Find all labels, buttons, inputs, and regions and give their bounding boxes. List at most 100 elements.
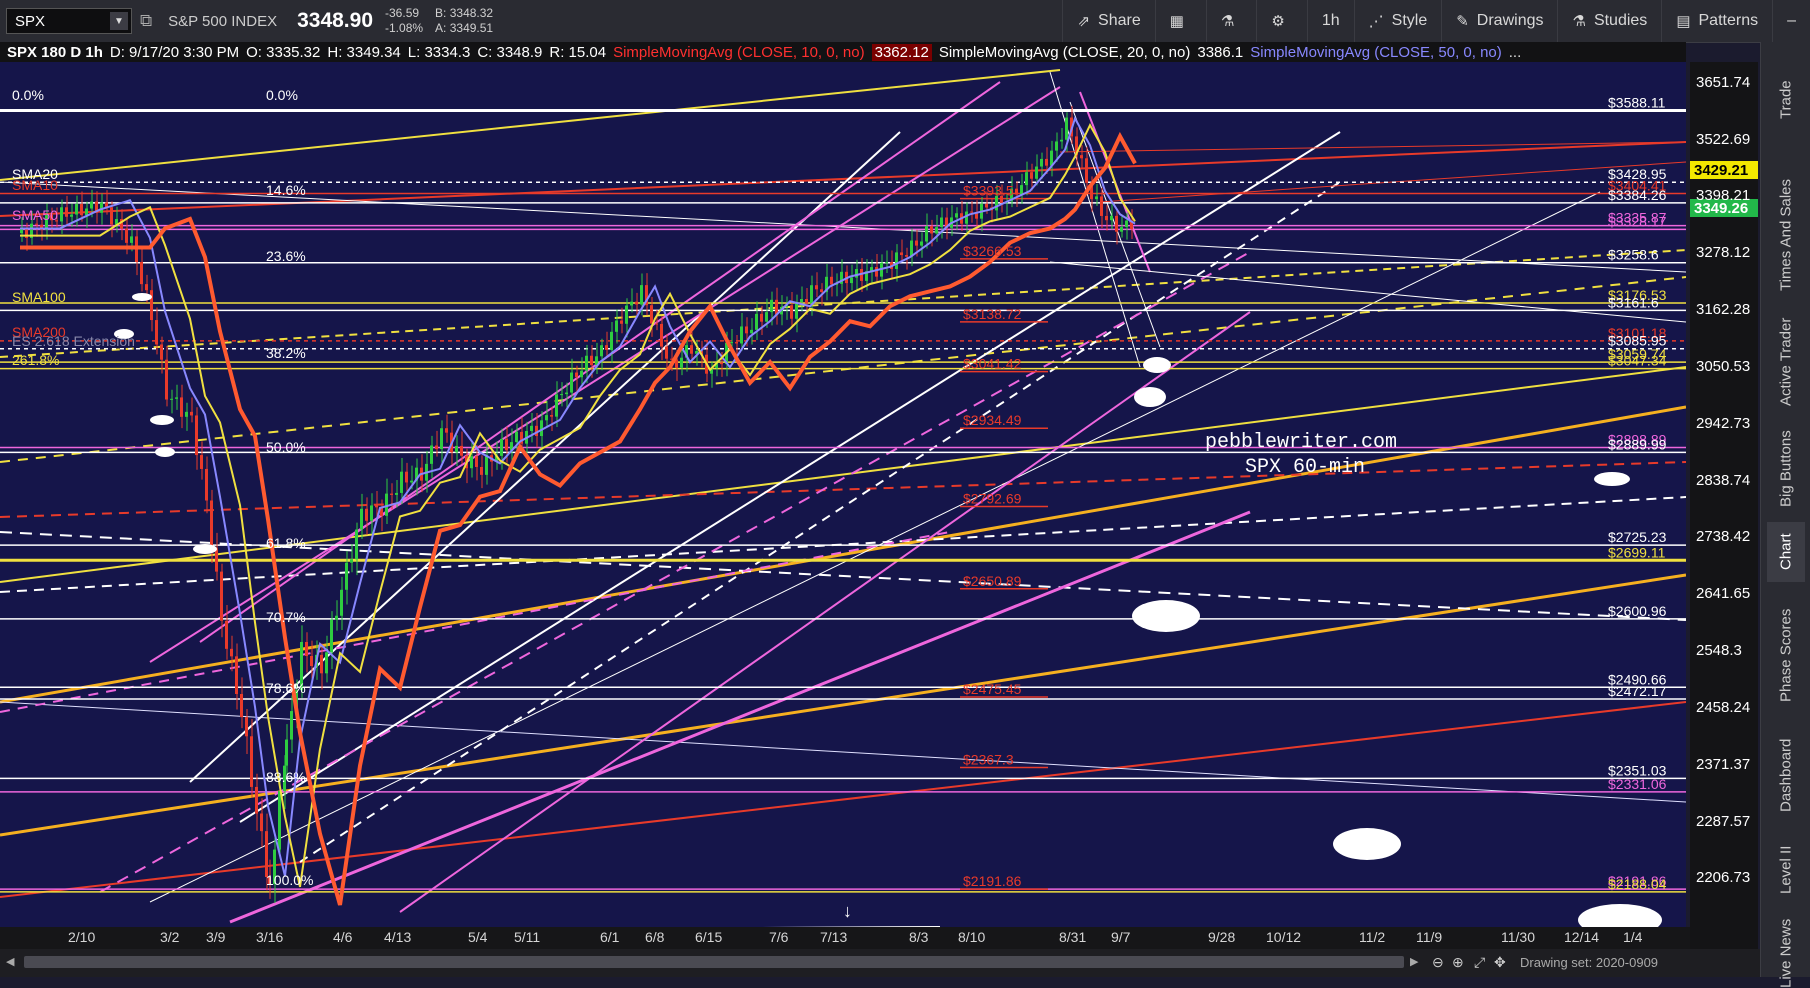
candle-body	[775, 299, 778, 315]
price-tick: 2206.73	[1696, 869, 1751, 887]
price-tick: 3651.74	[1696, 73, 1751, 91]
mid-level-label: $2367.3	[963, 752, 1014, 768]
bid-ask-block: B: 3348.32 A: 3349.51	[435, 6, 493, 36]
candle-body	[385, 493, 388, 516]
candle-body	[400, 471, 403, 493]
interval-button[interactable]: 1h	[1306, 0, 1354, 42]
watermark-site: pebblewriter.com	[1205, 431, 1397, 454]
fib-label: 0.0%	[266, 87, 298, 103]
drawings-button[interactable]: ✎ Drawings	[1441, 0, 1557, 42]
studies-flask-button[interactable]: ⚗	[1205, 0, 1256, 42]
price-level-label: $2472.17	[1608, 683, 1667, 699]
candle-body	[230, 648, 233, 657]
info-low: L: 3334.3	[407, 43, 471, 61]
time-tick: 8/10	[958, 929, 986, 945]
chevron-down-icon[interactable]: ▼	[110, 12, 128, 30]
candle-body	[765, 312, 768, 322]
candle-body	[335, 615, 338, 620]
candle-body	[650, 305, 653, 324]
crosshair-icon[interactable]: ✥	[1494, 954, 1506, 971]
link-icon[interactable]: ⧉	[140, 11, 152, 31]
price-level-label: $2889.99	[1608, 436, 1667, 452]
share-button[interactable]: ⇗ Share	[1062, 0, 1154, 42]
sidebar-tab-trade[interactable]: Trade	[1767, 50, 1805, 150]
candle-body	[65, 207, 68, 217]
sidebar-tab-chart[interactable]: Chart	[1767, 522, 1805, 582]
right-sidebar: Trade Times And Sales Active Trader Big But…	[1760, 42, 1810, 988]
mid-level-label: $3138.72	[963, 306, 1022, 322]
sidebar-tab-times-and-sales[interactable]: Times And Sales	[1767, 170, 1805, 300]
chart-scrollbar[interactable]: ◀ ▶ ⊖ ⊕ ⤢ ✥ Drawing set: 2020-0909	[0, 949, 1810, 977]
candle-body	[235, 656, 238, 695]
candle-body	[80, 203, 83, 216]
sidebar-tab-active-trader[interactable]: Active Trader	[1767, 312, 1805, 412]
candle-body	[720, 362, 723, 365]
grid-button[interactable]: ▦	[1154, 0, 1206, 42]
fib-label: 23.6%	[266, 248, 306, 264]
candle-body	[755, 313, 758, 330]
price-tick: 3050.53	[1696, 357, 1751, 375]
candle-body	[745, 326, 748, 334]
chart-info-bar: SPX 180 D 1h D: 9/17/20 3:30 PM O: 3335.…	[0, 42, 1686, 62]
flask-icon: ⚗	[1220, 13, 1235, 30]
candle-body	[940, 217, 943, 228]
fit-icon[interactable]: ⤢	[1474, 954, 1485, 971]
candle-body	[1095, 196, 1098, 200]
sidebar-tab-live-news[interactable]: Live News	[1767, 918, 1805, 988]
time-tick: 6/8	[645, 929, 665, 945]
net-change: -36.59	[385, 6, 420, 20]
candle-body	[1080, 155, 1083, 159]
price-tick: 2458.24	[1696, 698, 1751, 716]
patterns-button[interactable]: ▤ Patterns	[1661, 0, 1772, 42]
price-level-label: $3328.17	[1608, 213, 1667, 229]
info-high: H: 3349.34	[327, 43, 401, 61]
candle-body	[815, 285, 818, 290]
candle-body	[735, 342, 738, 344]
symbol-selector[interactable]: SPX ▼	[6, 8, 132, 34]
price-axis[interactable]: 3429.21 3349.26 3651.74 3522.69 3398.21 327…	[1690, 62, 1758, 949]
collapse-button[interactable]: –	[1772, 0, 1810, 42]
candle-body	[885, 262, 888, 264]
fib-label: 70.7%	[266, 609, 306, 625]
zoom-out-icon[interactable]: ⊖	[1432, 954, 1444, 971]
chart-canvas[interactable]: $3588.11$3428.95$3404.41$3384.26$3335.87…	[0, 62, 1687, 942]
candle-body	[810, 285, 813, 304]
candle-body	[200, 455, 203, 469]
scroll-left-icon[interactable]: ◀	[6, 955, 20, 969]
candle-body	[75, 203, 78, 215]
gear-icon: ⚙	[1271, 13, 1285, 30]
info-more[interactable]: ...	[1509, 44, 1522, 61]
candle-body	[965, 211, 968, 224]
mid-level-label: $3041.42	[963, 356, 1022, 372]
scroll-right-icon[interactable]: ▶	[1410, 955, 1418, 968]
sidebar-tab-dashboard[interactable]: Dashboard	[1767, 730, 1805, 820]
candle-body	[1065, 117, 1068, 140]
candle-body	[565, 392, 568, 395]
studies-button[interactable]: ⚗ Studies	[1557, 0, 1661, 42]
candle-body	[175, 397, 178, 399]
settings-button[interactable]: ⚙	[1256, 0, 1306, 42]
time-tick: 3/2	[160, 929, 180, 945]
sidebar-tab-phase-scores[interactable]: Phase Scores	[1767, 590, 1805, 720]
info-symbol: SPX 180 D 1h	[7, 43, 103, 61]
zoom-in-icon[interactable]: ⊕	[1452, 954, 1464, 971]
info-range: R: 15.04	[549, 43, 607, 61]
time-tick: 4/6	[333, 929, 353, 945]
time-axis[interactable]: 2/10 3/2 3/9 3/16 4/6 4/13 5/4 5/11 6/1 6/8 6/15 7/…	[0, 927, 1690, 949]
candle-body	[1085, 158, 1088, 183]
price-tick: 2548.3	[1696, 642, 1742, 660]
price-chart[interactable]: $3588.11 $3428.95 $3404.41 $3384.26 $3335.87…	[0, 62, 1687, 942]
scroll-thumb[interactable]	[24, 956, 1404, 968]
time-tick: 1/4	[1623, 929, 1643, 945]
info-date: D: 9/17/20 3:30 PM	[109, 43, 240, 61]
candle-body	[580, 370, 583, 378]
sidebar-tab-level-ii[interactable]: Level II	[1767, 830, 1805, 910]
candle-body	[895, 252, 898, 269]
sidebar-tab-big-buttons[interactable]: Big Buttons	[1767, 424, 1805, 514]
candle-body	[340, 589, 343, 616]
candle-body	[640, 285, 643, 305]
style-button[interactable]: ⋰ Style	[1353, 0, 1442, 42]
candle-body	[155, 320, 158, 345]
candle-body	[555, 394, 558, 417]
time-tick: 10/12	[1266, 929, 1302, 945]
